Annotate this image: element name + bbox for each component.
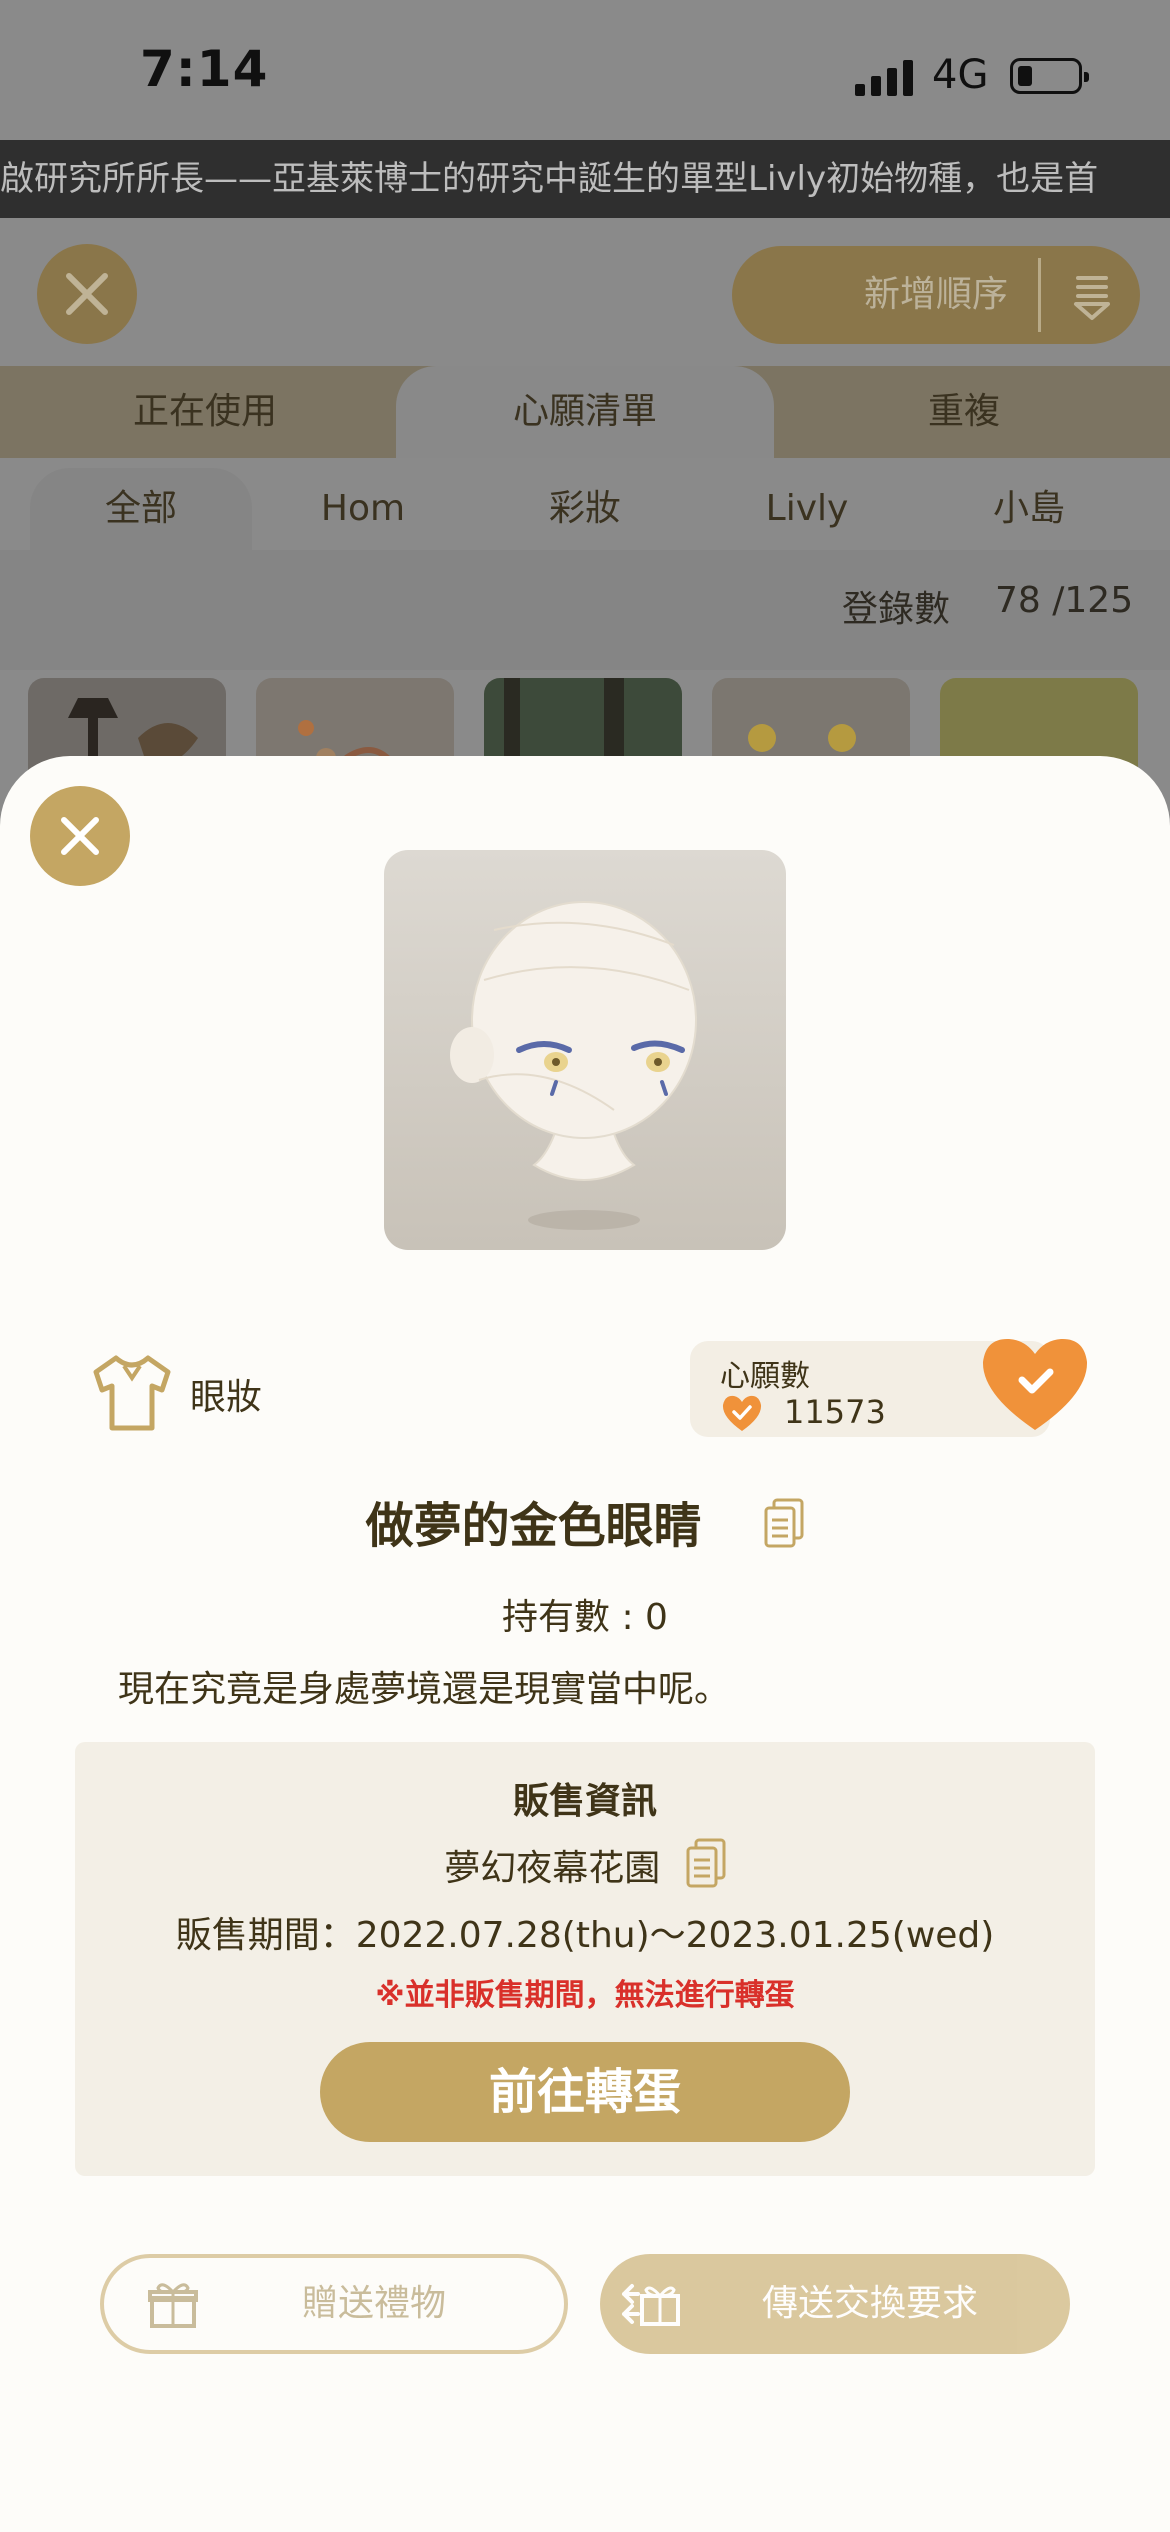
close-icon (66, 273, 108, 315)
signal-icon (855, 58, 917, 96)
gacha-name-row: 夢幻夜幕花園 (75, 1838, 1095, 1891)
item-detail-modal: 眼妝 心願數 11573 做夢的金色眼睛 持有數 : 0 現在究竟是身處夢境還是… (0, 756, 1170, 2532)
send-trade-request-button[interactable]: 傳送交換要求 (600, 2254, 1070, 2354)
gift-icon (148, 2283, 198, 2328)
wish-count-value: 11573 (784, 1393, 886, 1431)
item-name: 做夢的金色眼睛 (365, 1498, 702, 1554)
sale-info-title: 販售資訊 (512, 1781, 657, 1822)
send-gift-button[interactable]: 贈送禮物 (100, 2254, 568, 2354)
tab-duplicate[interactable]: 重複 (774, 366, 1154, 458)
registration-row: 登錄數 78 /125 (0, 550, 1170, 670)
gacha-name: 夢幻夜幕花園 (444, 1848, 661, 1889)
sort-icon (1074, 276, 1110, 320)
item-name-row: 做夢的金色眼睛 (0, 1486, 1170, 1556)
sale-warning: ※並非販售期間，無法進行轉蛋 (375, 1978, 795, 2013)
sale-period: 販售期間：2022.07.28(thu)～2023.01.25(wed) (175, 1915, 995, 1956)
exchange-gift-icon (622, 2284, 680, 2326)
category-tab-island[interactable]: 小島 (918, 468, 1140, 550)
status-bar: 7:14 4G (0, 0, 1170, 140)
category-tab-livly[interactable]: Livly (696, 468, 918, 550)
copy-icon[interactable] (764, 1498, 804, 1548)
category-tab-makeup[interactable]: 彩妝 (474, 468, 696, 550)
modal-close-button[interactable] (30, 786, 130, 886)
send-gift-label: 贈送禮物 (301, 2283, 446, 2324)
status-time: 7:14 (140, 40, 269, 98)
send-trade-request-label: 傳送交換要求 (761, 2283, 978, 2324)
tab-in-use[interactable]: 正在使用 (10, 366, 400, 458)
heart-check-icon (722, 1395, 762, 1431)
goto-gacha-button[interactable]: 前往轉蛋 (320, 2042, 850, 2142)
sort-order-button[interactable]: 新增順序 (732, 246, 1140, 344)
wish-count-label: 心願數 (720, 1359, 810, 1394)
background-close-button[interactable] (37, 244, 137, 344)
item-image (384, 850, 786, 1250)
category-tab-all[interactable]: 全部 (30, 468, 252, 550)
news-marquee: 啟研究所所長——亞基萊博士的研究中誕生的單型Livly初始物種，也是首 (0, 140, 1170, 218)
item-description: 現在究竟是身處夢境還是現實當中呢。 (118, 1669, 731, 1710)
sort-label: 新增順序 (863, 274, 1008, 315)
item-category: 眼妝 (190, 1377, 263, 1418)
doll-head-illustration (450, 901, 697, 1230)
category-tab-bar: 全部 Hom 彩妝 Livly 小島 (0, 458, 1170, 550)
owned-count: 持有數 : 0 (502, 1597, 668, 1638)
registration-label: 登錄數 (842, 589, 951, 630)
sale-info-box: 販售資訊 夢幻夜幕花園 販售期間：2022.07.28(thu)～2023.01… (75, 1742, 1095, 2176)
close-icon (61, 817, 99, 855)
category-tab-hom[interactable]: Hom (252, 468, 474, 550)
copy-icon[interactable] (686, 1838, 726, 1888)
tab-wishlist[interactable]: 心願清單 (396, 366, 774, 458)
registration-count: 78 /125 (995, 580, 1134, 621)
main-tab-bar: 正在使用 心願清單 重複 (0, 366, 1170, 458)
shirt-icon (93, 1355, 171, 1431)
divider (1038, 258, 1041, 332)
battery-icon (1010, 58, 1089, 94)
network-type: 4G (932, 52, 989, 98)
wishlist-heart-button[interactable] (978, 1334, 1092, 1434)
